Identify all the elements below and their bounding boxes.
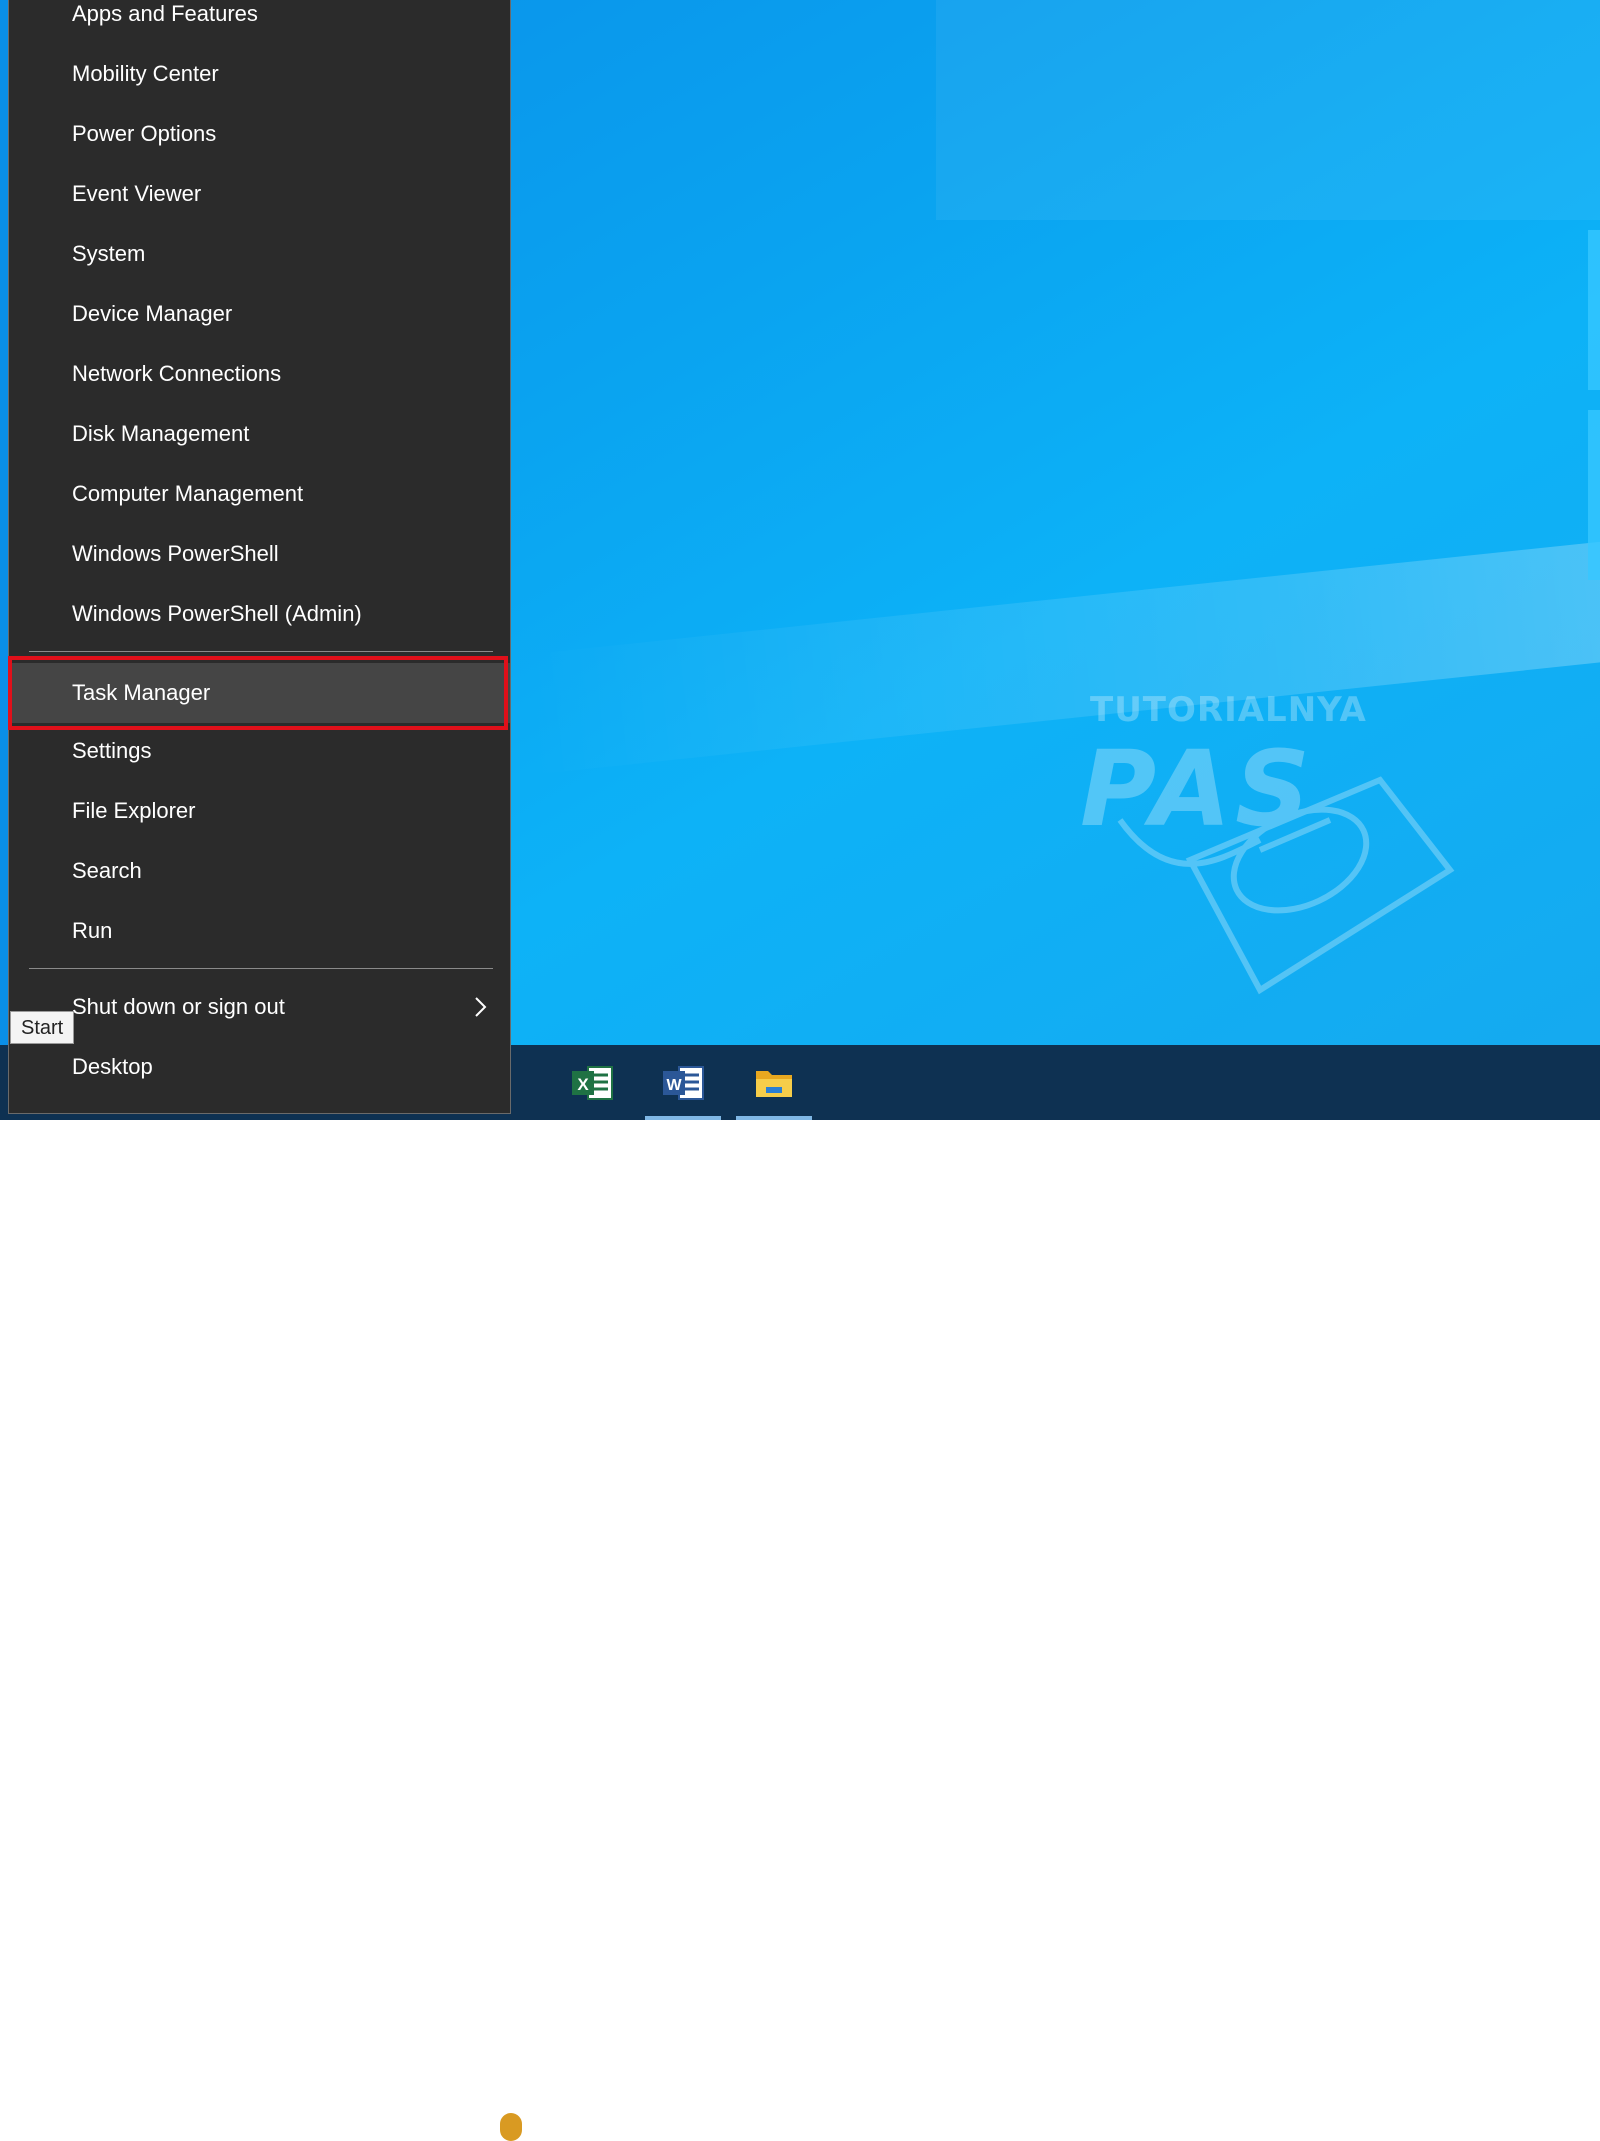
menu-item-label: Mobility Center	[72, 61, 219, 86]
start-tooltip: Start	[10, 1011, 75, 1044]
menu-item-shut-down-or-sign-out[interactable]: Shut down or sign out	[9, 980, 510, 1034]
menu-item-label: Windows PowerShell	[72, 541, 279, 566]
desktop-left-edge	[0, 0, 8, 1120]
winx-context-menu: Apps and Features Mobility Center Power …	[8, 0, 511, 1114]
menu-item-label: Apps and Features	[72, 1, 258, 26]
menu-item-mobility-center[interactable]: Mobility Center	[9, 47, 510, 101]
menu-item-label: Run	[72, 918, 113, 943]
chevron-right-icon	[475, 997, 487, 1017]
menu-item-label: File Explorer	[72, 798, 196, 823]
menu-item-label: Shut down or sign out	[72, 994, 285, 1019]
menu-item-power-options[interactable]: Power Options	[9, 107, 510, 161]
menu-item-event-viewer[interactable]: Event Viewer	[9, 167, 510, 221]
menu-item-desktop[interactable]: Desktop	[9, 1040, 510, 1094]
menu-item-apps-and-features[interactable]: Apps and Features	[9, 0, 510, 41]
desktop-window-edge	[1588, 230, 1600, 390]
menu-item-label: Settings	[72, 738, 152, 763]
menu-item-windows-powershell[interactable]: Windows PowerShell	[9, 527, 510, 581]
menu-item-label: Computer Management	[72, 481, 304, 506]
menu-item-label: Power Options	[72, 121, 217, 146]
menu-item-windows-powershell-admin[interactable]: Windows PowerShell (Admin)	[9, 587, 510, 641]
menu-separator	[29, 968, 493, 969]
menu-item-label: Network Connections	[72, 361, 282, 386]
taskbar-word-button[interactable]: W	[645, 1045, 721, 1120]
menu-item-run[interactable]: Run	[9, 904, 510, 958]
taskbar-partial-icon[interactable]	[500, 2113, 522, 2141]
menu-item-search[interactable]: Search	[9, 844, 510, 898]
menu-item-label: Disk Management	[72, 421, 250, 446]
menu-item-system[interactable]: System	[9, 227, 510, 281]
menu-item-label: Windows PowerShell (Admin)	[72, 601, 362, 626]
menu-item-label: System	[72, 241, 146, 266]
menu-item-label: Device Manager	[72, 301, 233, 326]
menu-item-network-connections[interactable]: Network Connections	[9, 347, 510, 401]
word-icon: W	[663, 1065, 704, 1100]
menu-item-label: Search	[72, 858, 142, 883]
menu-separator	[29, 651, 493, 652]
menu-item-settings[interactable]: Settings	[9, 724, 510, 778]
excel-letter: X	[577, 1075, 589, 1094]
menu-item-device-manager[interactable]: Device Manager	[9, 287, 510, 341]
watermark-logo: TUTORIALNYA PAS	[1080, 690, 1520, 1010]
desktop-window-edge	[1588, 410, 1600, 580]
file-explorer-icon	[756, 1070, 792, 1097]
taskbar-excel-button[interactable]: X	[554, 1045, 630, 1120]
menu-item-disk-management[interactable]: Disk Management	[9, 407, 510, 461]
taskbar-file-explorer-button[interactable]	[736, 1045, 812, 1120]
desktop-light-panel	[936, 0, 1600, 220]
highlight-box	[8, 656, 508, 730]
menu-item-file-explorer[interactable]: File Explorer	[9, 784, 510, 838]
menu-item-label: Desktop	[72, 1054, 153, 1079]
watermark-mouse-icon	[1117, 776, 1455, 995]
menu-item-computer-management[interactable]: Computer Management	[9, 467, 510, 521]
menu-item-label: Event Viewer	[72, 181, 202, 206]
excel-icon: X	[572, 1065, 613, 1100]
word-letter: W	[666, 1077, 682, 1094]
